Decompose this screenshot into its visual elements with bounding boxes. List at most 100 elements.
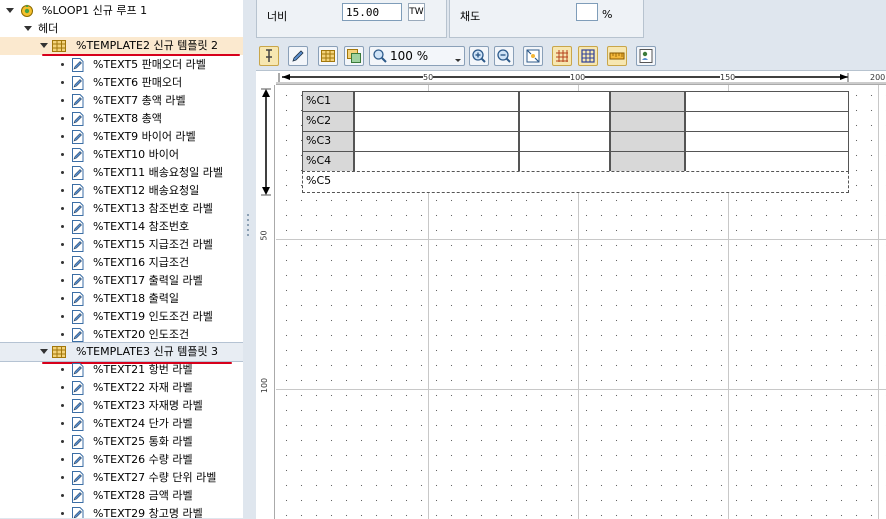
template-cell-label[interactable]: %C1 [302, 91, 354, 112]
template-cell-label[interactable]: %C4 [302, 151, 354, 172]
tree-node-text[interactable]: %TEXT23 자재명 라벨 [0, 397, 243, 415]
template-cell[interactable] [685, 151, 849, 172]
template-cell[interactable] [685, 131, 849, 152]
tree-label: %TEXT11 배송요청일 라벨 [93, 166, 224, 179]
tree-label: %TEXT24 단가 라벨 [93, 417, 193, 430]
tree-node-text[interactable]: %TEXT28 금액 라벨 [0, 487, 243, 505]
text-node-icon [72, 328, 84, 342]
tree-node-text[interactable]: %TEXT21 항번 라벨 [0, 361, 243, 379]
tree-node-text[interactable]: %TEXT18 출력일 [0, 290, 243, 308]
template-layout[interactable]: %C1 %C2 %C3 %C4 %C5 [302, 91, 849, 195]
cell-label: %C2 [306, 114, 332, 127]
expand-arrow-icon[interactable] [40, 349, 48, 354]
tree-node-text[interactable]: %TEXT22 자재 라벨 [0, 379, 243, 397]
template-cell-label[interactable]: %C3 [302, 131, 354, 152]
text-node-icon [72, 471, 84, 485]
template-cell[interactable] [610, 91, 685, 112]
tree-node-template3[interactable]: %TEMPLATE3 신규 템플릿 3 [0, 342, 243, 362]
grid-lines-button[interactable] [578, 46, 598, 66]
tree-label: %TEXT21 항번 라벨 [93, 363, 193, 376]
expand-arrow-icon[interactable] [40, 43, 48, 48]
tree-node-template2[interactable]: %TEMPLATE2 신규 템플릿 2 [0, 37, 243, 55]
tree-node-text[interactable]: %TEXT13 참조번호 라벨 [0, 200, 243, 218]
zoom-select[interactable]: 100 % [369, 46, 465, 66]
zoom-out-icon [497, 49, 511, 63]
template-cell[interactable] [354, 111, 519, 132]
template-cell[interactable] [610, 151, 685, 172]
splitter[interactable] [243, 0, 256, 518]
tree-node-text[interactable]: %TEXT26 수량 라벨 [0, 451, 243, 469]
bullet-icon [61, 333, 64, 336]
grid-button[interactable] [552, 46, 572, 66]
text-node-icon [72, 202, 84, 216]
tree-node-text[interactable]: %TEXT27 수량 단위 라벨 [0, 469, 243, 487]
template-cell[interactable] [610, 111, 685, 132]
pin-icon [266, 49, 272, 62]
tree-label: %TEXT19 인도조건 라벨 [93, 310, 213, 323]
template-cell[interactable] [354, 151, 519, 172]
tree-node-text[interactable]: %TEXT10 바이어 [0, 146, 243, 164]
tree-node-text[interactable]: %TEXT14 참조번호 [0, 218, 243, 236]
tree-node-text[interactable]: %TEXT7 총액 라벨 [0, 92, 243, 110]
ruler-button[interactable] [607, 46, 627, 66]
template-cell[interactable] [354, 91, 519, 112]
tree-node-loop[interactable]: %LOOP1 신규 루프 1 [0, 2, 243, 20]
tree-node-text[interactable]: %TEXT17 출력일 라벨 [0, 272, 243, 290]
text-node-icon [72, 399, 84, 413]
horizontal-ruler: 50 100 150 200 [276, 71, 886, 85]
template-cell-label[interactable]: %C2 [302, 111, 354, 132]
fit-page-button[interactable] [523, 46, 543, 66]
tree-node-text[interactable]: %TEXT25 통화 라벨 [0, 433, 243, 451]
text-node-icon [72, 184, 84, 198]
properties-button[interactable] [636, 46, 656, 66]
tree-node-text[interactable]: %TEXT5 판매오더 라벨 [0, 56, 243, 74]
text-node-icon [72, 238, 84, 252]
ruler-tick: 100 [570, 73, 586, 82]
bullet-icon [61, 404, 64, 407]
text-node-icon [72, 453, 84, 467]
ruler-tick: 100 [260, 377, 270, 394]
tree-label: %TEXT25 통화 라벨 [93, 435, 193, 448]
table-button[interactable] [318, 46, 338, 66]
fit-page-icon [526, 49, 540, 63]
template-cell[interactable] [519, 111, 610, 132]
tree-node-text[interactable]: %TEXT24 단가 라벨 [0, 415, 243, 433]
tree-node-text[interactable]: %TEXT9 바이어 라벨 [0, 128, 243, 146]
tree-label: %TEXT8 총액 [93, 112, 162, 125]
tree-node-text[interactable]: %TEXT12 배송요청일 [0, 182, 243, 200]
tree-node-text[interactable]: %TEXT29 창고명 라벨 [0, 505, 243, 518]
width-unit-button[interactable]: TW [408, 3, 425, 21]
design-canvas[interactable]: 50 100 150 200 50 100 %C1 %C2 %C3 %C4 %C5 [256, 70, 886, 519]
zoom-out-button[interactable] [494, 46, 514, 66]
template-cell[interactable] [519, 91, 610, 112]
bullet-icon [61, 63, 64, 66]
tree-node-text[interactable]: %TEXT8 총액 [0, 110, 243, 128]
pin-button[interactable] [259, 46, 279, 66]
template-cell-wide[interactable]: %C5 [302, 171, 849, 193]
expand-arrow-icon[interactable] [24, 26, 32, 31]
tree-label: 헤더 [38, 22, 59, 35]
template-cell[interactable] [519, 131, 610, 152]
tree-label: %TEXT17 출력일 라벨 [93, 274, 203, 287]
bullet-icon [61, 494, 64, 497]
expand-arrow-icon[interactable] [6, 8, 14, 13]
tree-node-text[interactable]: %TEXT16 지급조건 [0, 254, 243, 272]
template-cell[interactable] [610, 131, 685, 152]
template-cell[interactable] [685, 91, 849, 112]
tree-node-text[interactable]: %TEXT11 배송요청일 라벨 [0, 164, 243, 182]
zoom-in-button[interactable] [469, 46, 489, 66]
template-cell[interactable] [685, 111, 849, 132]
bullet-icon [61, 207, 64, 210]
copy-table-button[interactable] [344, 46, 364, 66]
template-cell[interactable] [519, 151, 610, 172]
text-node-icon [72, 292, 84, 306]
width-input[interactable]: 15.00 [342, 3, 402, 21]
saturation-input[interactable] [576, 3, 598, 21]
tree-node-header[interactable]: 헤더 [0, 20, 243, 38]
template-cell[interactable] [354, 131, 519, 152]
edit-button[interactable] [288, 46, 308, 66]
tree-node-text[interactable]: %TEXT6 판매오더 [0, 74, 243, 92]
tree-node-text[interactable]: %TEXT15 지급조건 라벨 [0, 236, 243, 254]
tree-label: %TEXT18 출력일 [93, 292, 180, 305]
tree-node-text[interactable]: %TEXT19 인도조건 라벨 [0, 308, 243, 326]
